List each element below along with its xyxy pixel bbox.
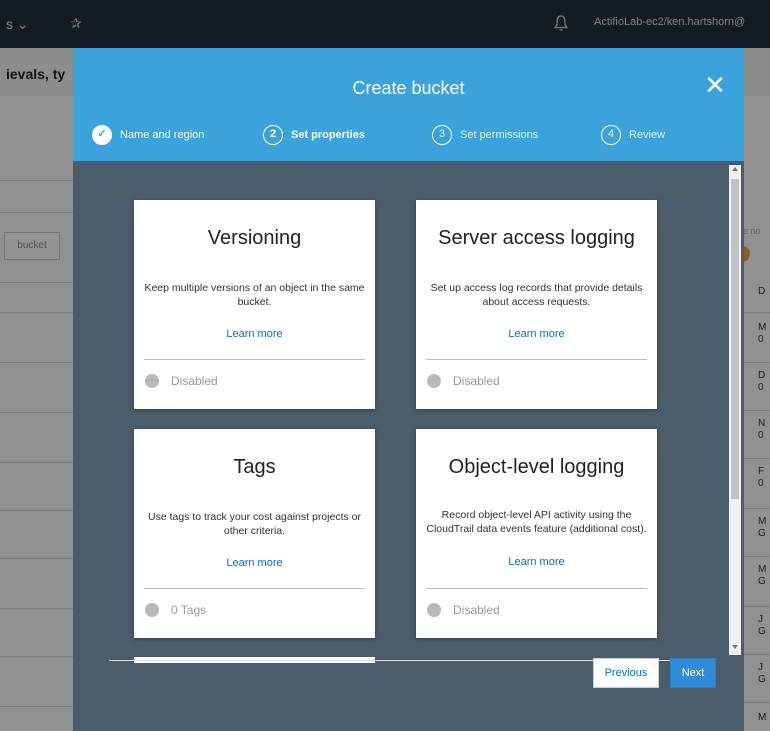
status-label: Disabled xyxy=(171,374,218,388)
card-status: Disabled xyxy=(427,374,500,388)
learn-more-link[interactable]: Learn more xyxy=(416,328,657,340)
create-bucket-modal: Create bucket ✕ ✓ Name and region 2 Set … xyxy=(73,48,744,731)
status-dot-icon xyxy=(427,603,441,617)
card-divider xyxy=(144,588,365,589)
card-divider xyxy=(426,588,647,589)
learn-more-link[interactable]: Learn more xyxy=(134,328,375,340)
step-set-properties[interactable]: 2 Set properties xyxy=(263,124,365,146)
step-review[interactable]: 4 Review xyxy=(601,124,665,146)
versioning-card[interactable]: Versioning Keep multiple versions of an … xyxy=(134,200,375,409)
modal-scrollbar[interactable] xyxy=(729,165,741,655)
scroll-down-icon[interactable] xyxy=(732,645,738,649)
card-status: Disabled xyxy=(145,374,218,388)
card-description: Use tags to track your cost against proj… xyxy=(147,511,361,537)
card-description: Record object-level API activity using t… xyxy=(426,509,647,535)
learn-more-link[interactable]: Learn more xyxy=(416,556,657,568)
step-number: 2 xyxy=(263,125,283,145)
step-label: Name and region xyxy=(120,129,205,141)
modal-body: Versioning Keep multiple versions of an … xyxy=(103,161,733,666)
status-label: Disabled xyxy=(453,374,500,388)
card-divider xyxy=(144,359,365,360)
card-description: Set up access log records that provide d… xyxy=(430,282,643,308)
object-level-logging-card[interactable]: Object-level logging Record object-level… xyxy=(416,429,657,638)
previous-button[interactable]: Previous xyxy=(593,658,659,688)
next-button[interactable]: Next xyxy=(670,658,716,688)
card-title: Object-level logging xyxy=(448,456,625,478)
status-dot-icon xyxy=(427,374,441,388)
learn-more-link[interactable]: Learn more xyxy=(134,557,375,569)
step-number: 4 xyxy=(601,125,621,145)
step-label: Review xyxy=(629,129,666,141)
status-dot-icon xyxy=(145,603,159,617)
scroll-up-icon[interactable] xyxy=(732,167,738,171)
modal-title: Create bucket xyxy=(352,78,465,98)
step-set-permissions[interactable]: 3 Set permissions xyxy=(432,124,538,146)
step-name-and-region[interactable]: ✓ Name and region xyxy=(92,124,204,146)
server-access-logging-card[interactable]: Server access logging Set up access log … xyxy=(416,200,657,409)
card-title: Versioning xyxy=(207,227,302,249)
tags-card[interactable]: Tags Use tags to track your cost against… xyxy=(134,429,375,638)
check-icon: ✓ xyxy=(92,125,112,145)
step-number: 3 xyxy=(432,125,452,145)
step-label: Set properties xyxy=(291,129,365,141)
card-divider xyxy=(426,359,647,360)
card-title: Tags xyxy=(233,456,276,478)
card-status: Disabled xyxy=(427,603,500,617)
card-status: 0 Tags xyxy=(145,603,206,617)
status-label: 0 Tags xyxy=(171,603,207,617)
status-label: Disabled xyxy=(453,603,500,617)
step-label: Set permissions xyxy=(460,129,539,141)
close-icon[interactable]: ✕ xyxy=(703,72,727,98)
card-description: Keep multiple versions of an object in t… xyxy=(144,282,365,308)
status-dot-icon xyxy=(145,374,159,388)
modal-header: Create bucket ✕ ✓ Name and region 2 Set … xyxy=(73,48,744,161)
scrollbar-thumb[interactable] xyxy=(731,179,739,499)
card-title: Server access logging xyxy=(438,227,635,249)
